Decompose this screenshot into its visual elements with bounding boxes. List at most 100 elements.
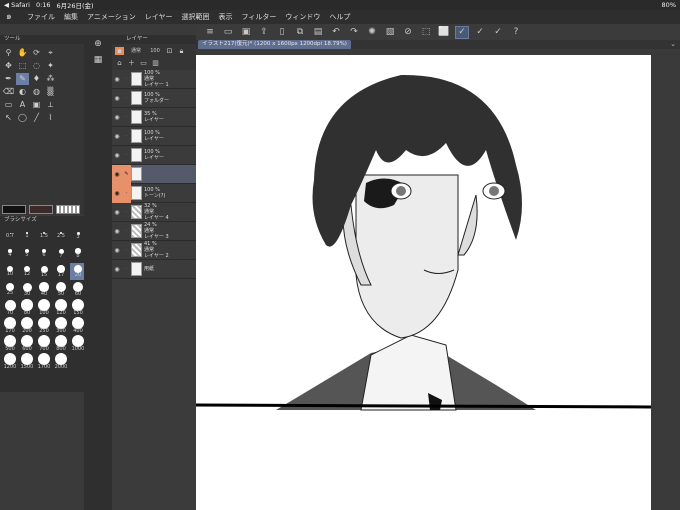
layer-row[interactable]: ◉ · 100 % 通常 レイヤー 1 xyxy=(112,70,196,89)
menu-window[interactable]: ウィンドウ xyxy=(285,12,320,22)
text-icon[interactable]: A xyxy=(16,99,29,111)
layer-row[interactable]: ◉ · 100 % レイヤー xyxy=(112,146,196,165)
blend-mode[interactable]: 通常 xyxy=(127,47,145,55)
undo-icon[interactable]: ↶ xyxy=(330,27,342,38)
folder-icon[interactable]: ▭ xyxy=(222,27,234,38)
brush-size-option[interactable]: 7 xyxy=(53,245,69,262)
zoom-icon[interactable]: ⚲ xyxy=(2,47,15,59)
eye-icon[interactable]: ◉ xyxy=(112,266,122,273)
main-color-swatch[interactable] xyxy=(2,205,26,214)
brush-size-option[interactable]: 170 xyxy=(2,317,18,334)
brush-size-option[interactable]: 1500 xyxy=(19,353,35,370)
layer-row[interactable]: ◉ · 24 % 通常 レイヤー 3 xyxy=(112,222,196,241)
layer-lock-icon[interactable]: · xyxy=(122,95,131,101)
brush-size-option[interactable]: 15 xyxy=(36,263,52,280)
sub-view-icon[interactable]: ▦ xyxy=(91,55,105,67)
brush-size-option[interactable]: 4 xyxy=(2,245,18,262)
eye-icon[interactable]: ◉ xyxy=(112,228,122,235)
balloon-icon[interactable]: ◯ xyxy=(16,112,29,124)
brush-size-option[interactable]: 17 xyxy=(53,263,69,280)
layer-row[interactable]: ◉ · 35 % レイヤー xyxy=(112,108,196,127)
layer-lock-icon[interactable]: · xyxy=(122,209,131,215)
pencil-icon[interactable]: ✎ xyxy=(16,73,29,85)
move-icon[interactable]: ✥ xyxy=(2,60,15,72)
eye-icon[interactable]: ◉ xyxy=(112,209,122,216)
brush-size-option[interactable]: 5 xyxy=(19,245,35,262)
trash-icon[interactable]: ▥ xyxy=(151,59,160,67)
eye-icon[interactable]: ◉ xyxy=(112,247,122,254)
brush-size-option[interactable]: 700 xyxy=(36,335,52,352)
layer-lock-icon[interactable]: ✎ xyxy=(122,164,131,184)
chevron-down-icon[interactable]: ⌄ xyxy=(670,40,676,48)
airbrush-icon[interactable]: ⁂ xyxy=(44,73,57,85)
layer-lock-icon[interactable]: · xyxy=(122,266,131,272)
brush-size-option[interactable]: 1700 xyxy=(36,353,52,370)
layer-lock-icon[interactable]: · xyxy=(122,76,131,82)
opacity-value[interactable]: 100 xyxy=(148,47,162,55)
menu-view[interactable]: 表示 xyxy=(219,12,233,22)
copy-icon[interactable]: ⧉ xyxy=(294,27,306,38)
menu-selection[interactable]: 選択範囲 xyxy=(182,12,210,22)
eye-icon[interactable]: ◉ xyxy=(112,114,122,121)
blend-icon[interactable]: ◐ xyxy=(16,86,29,98)
brush-size-option[interactable]: 2000 xyxy=(53,353,69,370)
app-logo-icon[interactable]: ๑ xyxy=(6,12,18,22)
layer-row[interactable]: ◉ · 100 % トーン(?) xyxy=(112,183,196,203)
deselect-icon[interactable]: ⊘ xyxy=(402,27,414,38)
menu-help[interactable]: ヘルプ xyxy=(329,12,350,22)
line-icon[interactable]: ╱ xyxy=(30,112,43,124)
brush-size-option[interactable]: 250 xyxy=(36,317,52,334)
back-to-safari[interactable]: ◀ Safari xyxy=(4,1,30,9)
layer-row[interactable]: ◉ · 100 % レイヤー xyxy=(112,127,196,146)
document-tab[interactable]: イラスト217(復元)* (1200 x 1600px 1200dpi 18.7… xyxy=(198,40,351,49)
brush-size-option[interactable]: 12 xyxy=(19,263,35,280)
brush-size-option[interactable]: 80 xyxy=(19,299,35,316)
canvas-area[interactable] xyxy=(196,49,680,510)
layer-row[interactable]: ◉ · 41 % 通常 レイヤー 2 xyxy=(112,241,196,260)
rotate-icon[interactable]: ⟳ xyxy=(30,47,43,59)
menu-layer[interactable]: レイヤー xyxy=(145,12,173,22)
eye-icon[interactable]: ◉ xyxy=(112,76,122,83)
new-layer-icon[interactable]: ＋ xyxy=(127,59,136,67)
layer-row[interactable]: ◉ ✎ xyxy=(112,164,196,184)
brush-size-option[interactable]: 0.7 xyxy=(2,227,18,244)
layer-lock-icon[interactable]: · xyxy=(122,152,131,158)
lasso-icon[interactable]: ◌ xyxy=(30,60,43,72)
curve-icon[interactable]: ✓ xyxy=(492,27,504,38)
brush-size-option[interactable]: 200 xyxy=(19,317,35,334)
menu-file[interactable]: ファイル xyxy=(27,12,55,22)
eye-icon[interactable]: ◉ xyxy=(112,164,122,184)
brush-size-option[interactable]: 50 xyxy=(53,281,69,298)
eyedropper-icon[interactable]: ⌖ xyxy=(44,47,57,59)
eraser-icon[interactable]: ⌫ xyxy=(2,86,15,98)
transform-icon[interactable]: ⬚ xyxy=(420,27,432,38)
navigator-icon[interactable]: ⊕ xyxy=(91,39,105,51)
page-icon[interactable]: ▯ xyxy=(276,27,288,38)
menu-icon[interactable]: ≡ xyxy=(204,27,216,38)
sub-color-swatch[interactable] xyxy=(29,205,53,214)
brush-size-option[interactable]: 10 xyxy=(2,263,18,280)
brush-size-option[interactable]: 30 xyxy=(19,281,35,298)
brush-size-option[interactable]: 70 xyxy=(2,299,18,316)
brush-size-option[interactable]: 1.5 xyxy=(36,227,52,244)
pen-icon[interactable]: ✒ xyxy=(2,73,15,85)
hand-icon[interactable]: ✋ xyxy=(16,47,29,59)
eye-icon[interactable]: ◉ xyxy=(112,183,122,203)
figure-icon[interactable]: ▭ xyxy=(2,99,15,111)
canvas-artwork[interactable] xyxy=(196,55,651,510)
magic-wand-icon[interactable]: ✦ xyxy=(44,60,57,72)
redo-icon[interactable]: ↷ xyxy=(348,27,360,38)
object-icon[interactable]: ↖ xyxy=(2,112,15,124)
frame-icon[interactable]: ▣ xyxy=(30,99,43,111)
fill-bucket-icon[interactable]: ◍ xyxy=(30,86,43,98)
brush-size-option[interactable]: 100 xyxy=(36,299,52,316)
menu-filter[interactable]: フィルター xyxy=(242,12,277,22)
help-icon[interactable]: ? xyxy=(510,27,522,38)
layer-row[interactable]: ◉ · 32 % 通常 レイヤー 4 xyxy=(112,203,196,222)
brush-size-option[interactable]: 2.5 xyxy=(53,227,69,244)
stabilizer-icon[interactable]: ✓ xyxy=(455,25,469,39)
layer-row[interactable]: ◉ · 100 % フォルダー xyxy=(112,89,196,108)
brush-size-option[interactable]: 800 xyxy=(53,335,69,352)
brush-size-option[interactable]: 40 xyxy=(36,281,52,298)
brush-size-option[interactable]: 25 xyxy=(2,281,18,298)
